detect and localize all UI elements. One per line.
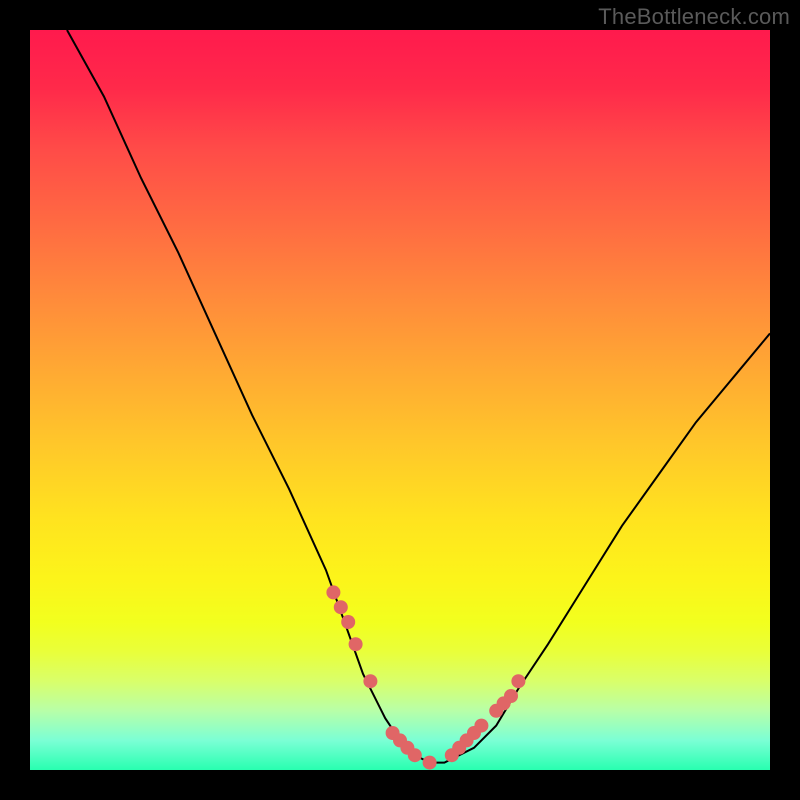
marker-point — [326, 585, 340, 599]
bottleneck-curve — [67, 30, 770, 763]
marker-point — [334, 600, 348, 614]
marker-point — [474, 719, 488, 733]
chart-container: TheBottleneck.com — [0, 0, 800, 800]
marker-point — [341, 615, 355, 629]
marker-point — [408, 748, 422, 762]
marker-point — [423, 756, 437, 770]
highlight-markers — [326, 585, 525, 769]
marker-point — [511, 674, 525, 688]
marker-point — [363, 674, 377, 688]
chart-svg — [30, 30, 770, 770]
marker-point — [349, 637, 363, 651]
marker-point — [504, 689, 518, 703]
plot-area — [30, 30, 770, 770]
watermark-label: TheBottleneck.com — [598, 4, 790, 30]
